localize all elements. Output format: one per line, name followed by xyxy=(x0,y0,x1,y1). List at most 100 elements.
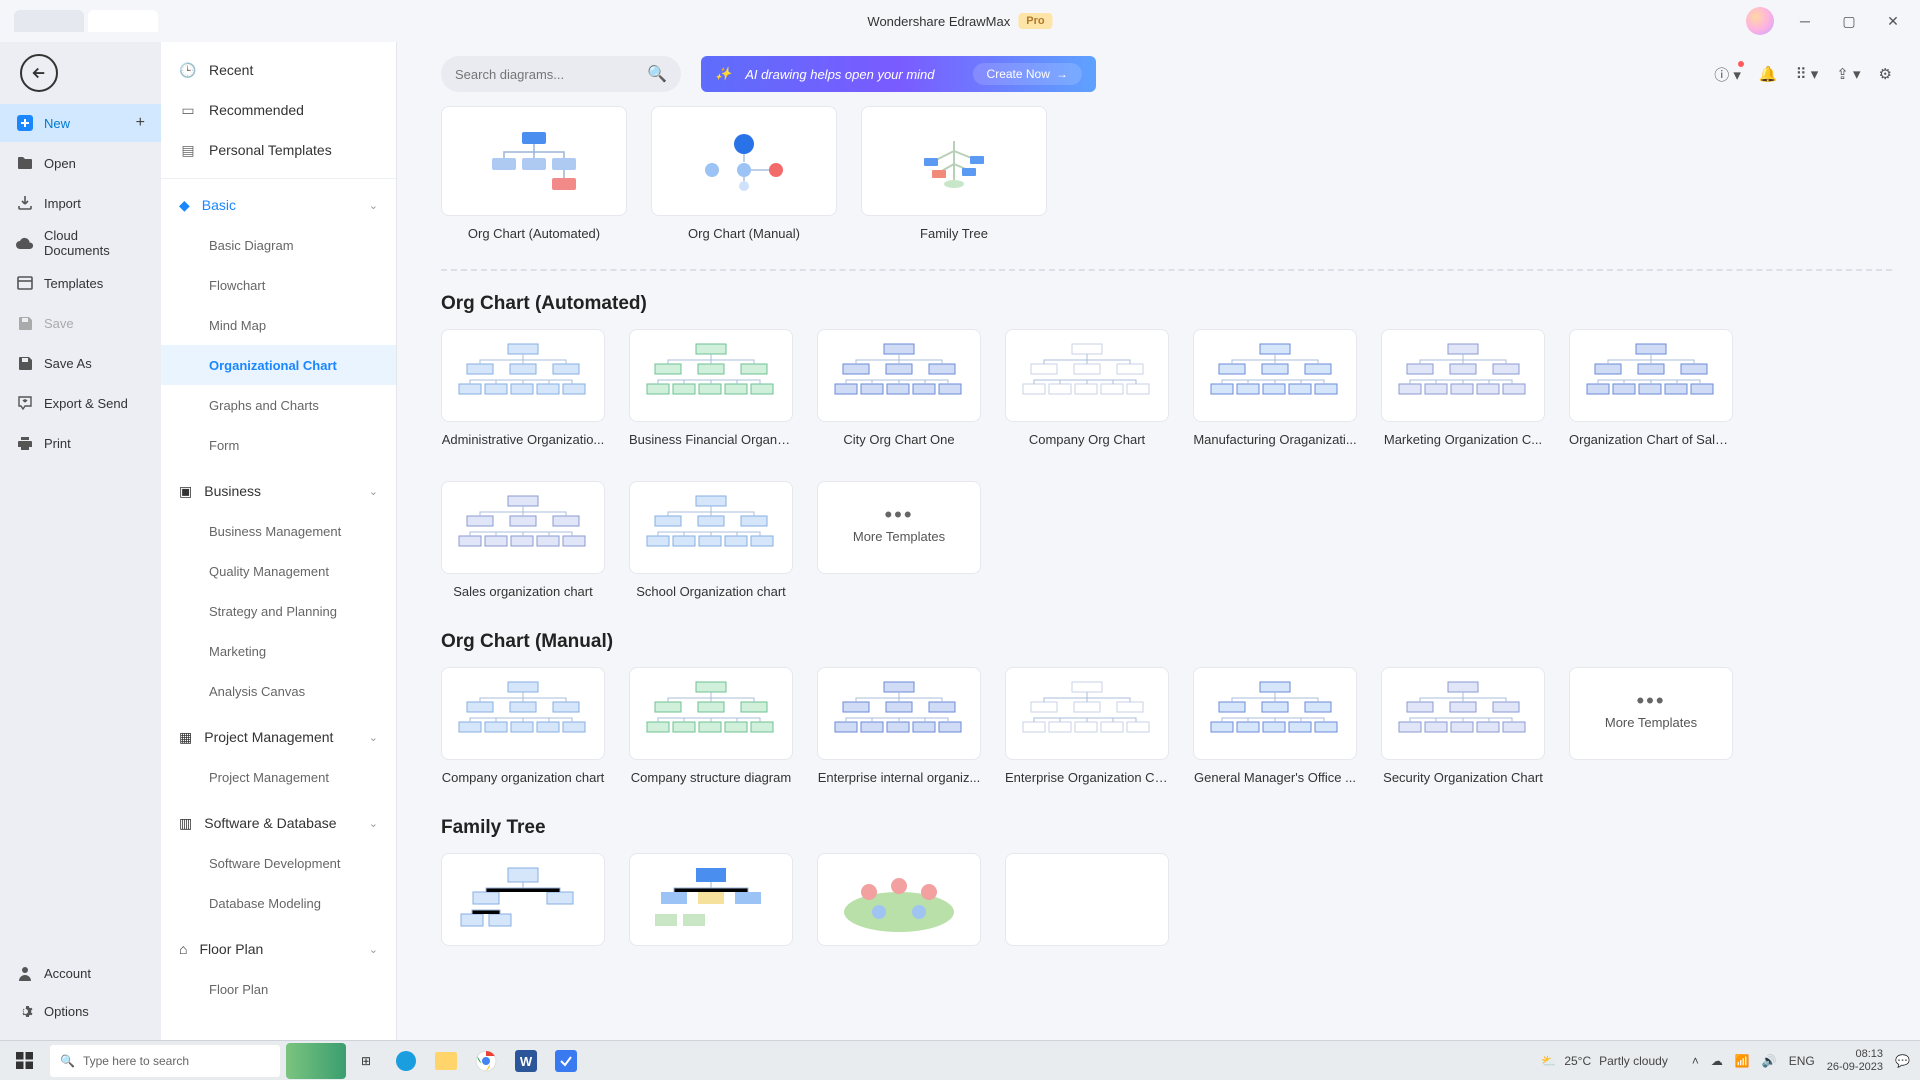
template-label: City Org Chart One xyxy=(817,432,981,457)
cat-floorplan[interactable]: Floor Plan xyxy=(161,969,396,1009)
cat-software-dev[interactable]: Software Development xyxy=(161,843,396,883)
ai-create-button[interactable]: Create Now → xyxy=(973,63,1082,85)
nav-print[interactable]: Print xyxy=(0,424,161,462)
more-templates-card[interactable]: •••More Templates xyxy=(817,481,981,609)
nav-new[interactable]: New + xyxy=(0,104,161,142)
search-icon[interactable]: 🔍 xyxy=(647,64,667,84)
template-card[interactable]: Organization Chart of Sale... xyxy=(1569,329,1733,457)
tray-language-icon[interactable]: ENG xyxy=(1789,1054,1815,1068)
nav-templates-label: Templates xyxy=(44,276,103,291)
tray-wifi-icon[interactable]: 📶 xyxy=(1735,1054,1750,1068)
group-project[interactable]: ▦ Project Management ⌄ xyxy=(161,717,396,757)
explorer-icon[interactable] xyxy=(426,1041,466,1080)
group-software[interactable]: ▥ Software & Database ⌄ xyxy=(161,803,396,843)
cat-marketing[interactable]: Marketing xyxy=(161,631,396,671)
cat-biz-mgmt[interactable]: Business Management xyxy=(161,511,396,551)
nav-import[interactable]: Import xyxy=(0,184,161,222)
back-button[interactable] xyxy=(20,54,58,92)
add-icon[interactable]: + xyxy=(136,114,145,132)
apps-icon[interactable]: ⠿ ▾ xyxy=(1796,65,1819,83)
cat-recommended[interactable]: ▭Recommended xyxy=(161,90,396,130)
bell-icon[interactable]: 🔔 xyxy=(1759,65,1778,83)
cat-form[interactable]: Form xyxy=(161,425,396,465)
settings-icon[interactable]: ⚙ xyxy=(1879,65,1892,83)
group-basic[interactable]: ◆ Basic ⌄ xyxy=(161,185,396,225)
maximize-button[interactable]: ▢ xyxy=(1830,6,1868,36)
cat-flowchart[interactable]: Flowchart xyxy=(161,265,396,305)
section-title-automated: Org Chart (Automated) xyxy=(441,293,1892,315)
hero-org-manual[interactable]: Org Chart (Manual) xyxy=(651,106,837,251)
hero-org-automated[interactable]: Org Chart (Automated) xyxy=(441,106,627,251)
nav-templates[interactable]: Templates xyxy=(0,264,161,302)
cat-org-chart[interactable]: Organizational Chart xyxy=(161,345,396,385)
template-card[interactable] xyxy=(629,853,793,946)
more-templates-card[interactable]: •••More Templates xyxy=(1569,667,1733,795)
template-card[interactable]: Company structure diagram xyxy=(629,667,793,795)
nav-account[interactable]: Account xyxy=(0,954,161,992)
group-floorplan[interactable]: ⌂ Floor Plan ⌄ xyxy=(161,929,396,969)
start-button[interactable] xyxy=(0,1041,48,1080)
template-card[interactable]: Administrative Organizatio... xyxy=(441,329,605,457)
template-card[interactable]: Manufacturing Oraganizati... xyxy=(1193,329,1357,457)
ai-banner[interactable]: ✨ AI drawing helps open your mind Create… xyxy=(701,56,1096,92)
search-input[interactable] xyxy=(455,67,647,82)
group-floorplan-label: Floor Plan xyxy=(199,941,263,957)
cat-project-mgmt[interactable]: Project Management xyxy=(161,757,396,797)
help-icon[interactable]: ⓘ ▾ xyxy=(1714,64,1741,85)
template-label: Manufacturing Oraganizati... xyxy=(1193,432,1357,457)
edrawmax-app-icon[interactable] xyxy=(546,1041,586,1080)
chrome-icon[interactable] xyxy=(466,1041,506,1080)
template-card[interactable]: Company organization chart xyxy=(441,667,605,795)
minimize-button[interactable]: ─ xyxy=(1786,6,1824,36)
nav-save[interactable]: Save xyxy=(0,304,161,342)
template-card[interactable]: Security Organization Chart xyxy=(1381,667,1545,795)
tray-notifications-icon[interactable]: 💬 xyxy=(1895,1054,1910,1068)
share-icon[interactable]: ⇪ ▾ xyxy=(1836,65,1860,83)
template-card[interactable]: City Org Chart One xyxy=(817,329,981,457)
cat-analysis[interactable]: Analysis Canvas xyxy=(161,671,396,711)
group-business[interactable]: ▣ Business ⌄ xyxy=(161,471,396,511)
bookmark-icon: ▭ xyxy=(179,101,197,119)
tray-chevron-icon[interactable]: ˄ xyxy=(1692,1054,1699,1068)
cat-personal[interactable]: ▤Personal Templates xyxy=(161,130,396,170)
hero-family-tree[interactable]: Family Tree xyxy=(861,106,1047,251)
cat-mindmap[interactable]: Mind Map xyxy=(161,305,396,345)
nav-export[interactable]: Export & Send xyxy=(0,384,161,422)
close-button[interactable]: ✕ xyxy=(1874,6,1912,36)
template-card[interactable]: General Manager's Office ... xyxy=(1193,667,1357,795)
user-avatar[interactable] xyxy=(1746,7,1774,35)
nav-save-as[interactable]: Save As xyxy=(0,344,161,382)
nav-cloud[interactable]: Cloud Documents xyxy=(0,224,161,262)
template-card[interactable] xyxy=(1005,853,1169,946)
taskbar-widget[interactable] xyxy=(286,1043,346,1079)
template-card[interactable]: School Organization chart xyxy=(629,481,793,609)
cat-recent[interactable]: 🕒Recent xyxy=(161,50,396,90)
template-card[interactable]: Sales organization chart xyxy=(441,481,605,609)
template-card[interactable] xyxy=(441,853,605,946)
tray-onedrive-icon[interactable]: ☁ xyxy=(1711,1054,1723,1068)
document-tab[interactable] xyxy=(14,10,84,32)
template-card[interactable]: Company Org Chart xyxy=(1005,329,1169,457)
cat-graphs[interactable]: Graphs and Charts xyxy=(161,385,396,425)
document-tab-active[interactable] xyxy=(88,10,158,32)
edge-icon[interactable] xyxy=(386,1041,426,1080)
nav-options[interactable]: Options xyxy=(0,992,161,1030)
weather-widget[interactable]: ⛅ 25°C Partly cloudy xyxy=(1541,1054,1667,1068)
template-card[interactable]: Enterprise Organization Ch... xyxy=(1005,667,1169,795)
tray-volume-icon[interactable]: 🔊 xyxy=(1762,1054,1777,1068)
cat-strategy[interactable]: Strategy and Planning xyxy=(161,591,396,631)
template-card[interactable]: Marketing Organization C... xyxy=(1381,329,1545,457)
taskbar-search[interactable]: 🔍 Type here to search xyxy=(50,1045,280,1077)
search-box[interactable]: 🔍 xyxy=(441,56,681,92)
template-card[interactable]: Business Financial Organiz... xyxy=(629,329,793,457)
cat-basic-diagram[interactable]: Basic Diagram xyxy=(161,225,396,265)
cat-db-modeling[interactable]: Database Modeling xyxy=(161,883,396,923)
template-card[interactable]: Enterprise internal organiz... xyxy=(817,667,981,795)
print-icon xyxy=(16,434,34,452)
word-icon[interactable]: W xyxy=(506,1041,546,1080)
tray-clock[interactable]: 08:13 26-09-2023 xyxy=(1827,1048,1883,1074)
taskview-icon[interactable]: ⊞ xyxy=(346,1041,386,1080)
template-card[interactable] xyxy=(817,853,981,946)
cat-quality[interactable]: Quality Management xyxy=(161,551,396,591)
nav-open[interactable]: Open xyxy=(0,144,161,182)
